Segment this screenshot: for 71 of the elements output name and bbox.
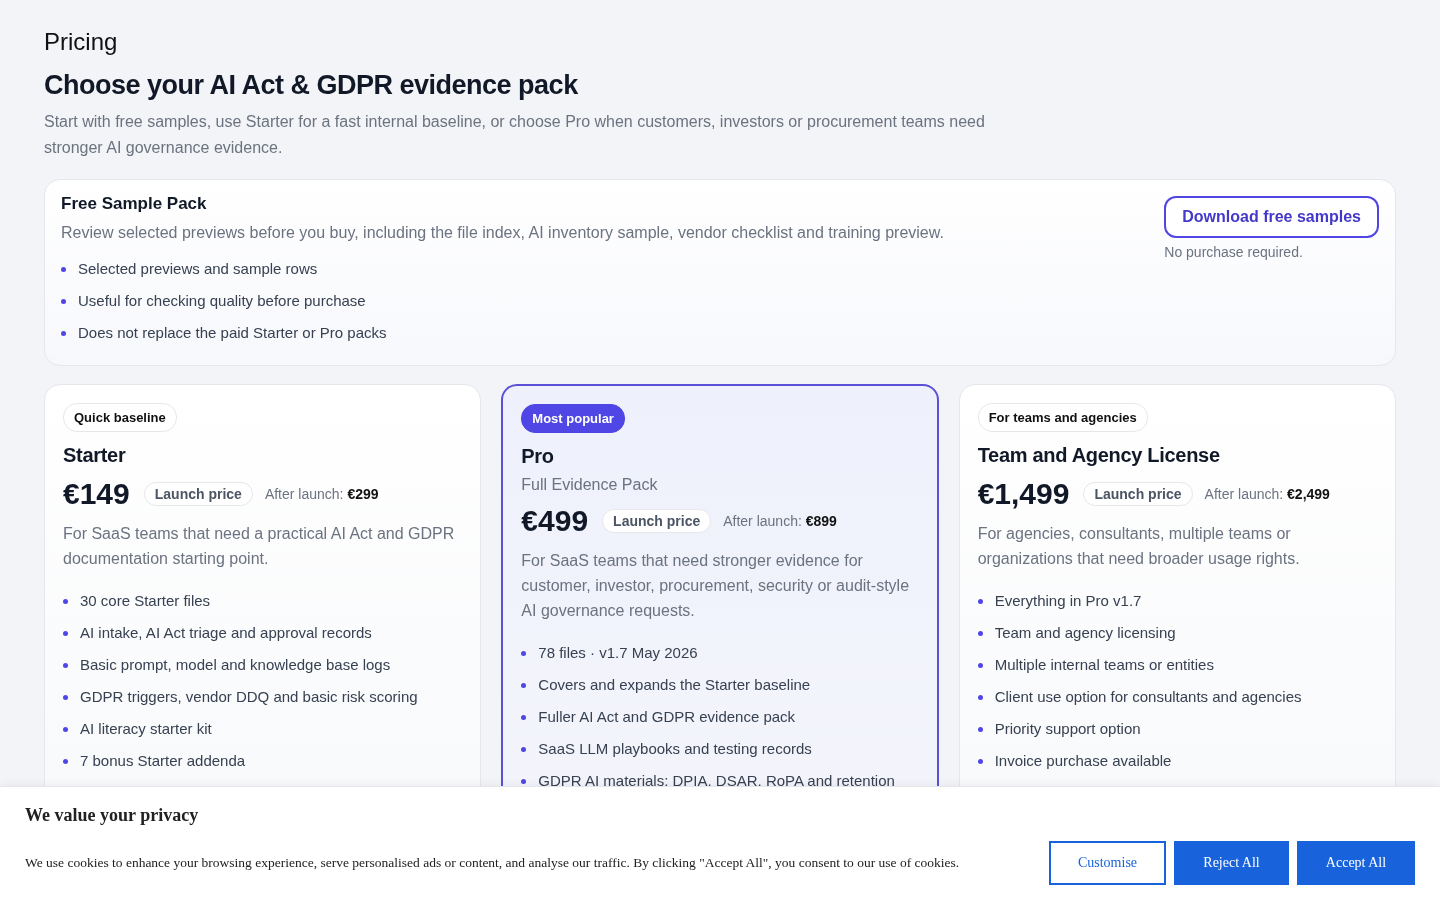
bullet-icon — [61, 330, 66, 336]
bullet-icon — [977, 598, 983, 604]
after-launch-price: After launch: €299 — [264, 486, 379, 502]
after-launch-price: After launch: €899 — [723, 513, 837, 529]
bullet-icon — [63, 726, 68, 732]
feature-text: AI literacy starter kit — [80, 719, 212, 739]
bullet-icon — [521, 650, 527, 656]
feature-text: Covers and expands the Starter baseline — [538, 675, 811, 695]
feature-text: Team and agency licensing — [994, 623, 1176, 643]
feature-text: 30 core Starter files — [80, 591, 211, 611]
plan-price: €499 — [521, 504, 589, 538]
feature-text: Everything in Pro v1.7 — [994, 591, 1142, 611]
feature-text: GDPR AI materials: DPIA, DSAR, RoPA and retention — [538, 771, 895, 791]
plan-name: Starter — [63, 444, 127, 467]
after-launch-price: After launch: €2,499 — [1204, 486, 1330, 502]
bullet-icon — [521, 682, 527, 688]
note-text: No purchase required. — [1164, 244, 1303, 260]
bullet-icon — [977, 662, 983, 668]
feature-text: Basic prompt, model and knowledge base logs — [80, 655, 391, 675]
bullet-icon — [63, 630, 68, 636]
bullet-icon — [521, 778, 527, 784]
bullet-icon — [521, 714, 527, 720]
bullet-icon — [61, 298, 66, 304]
section-label: Pricing — [44, 28, 119, 56]
bullet-icon — [521, 746, 527, 752]
plan-subtitle: Full Evidence Pack — [521, 476, 659, 494]
plan-badge: Most popular — [521, 404, 625, 433]
feature-text: 78 files · v1.7 May 2026 — [538, 643, 698, 663]
cookie-button[interactable]: Reject All — [1174, 841, 1289, 885]
banner-title: We value your privacy — [25, 805, 200, 826]
feature-text: Fuller AI Act and GDPR evidence pack — [538, 707, 796, 727]
feature-text: AI intake, AI Act triage and approval records — [80, 623, 372, 643]
page-title: Choose your AI Act & GDPR evidence pack — [44, 70, 579, 101]
bullet-icon — [977, 630, 983, 636]
price-tag: Launch price — [143, 482, 253, 506]
bullet-icon — [63, 662, 68, 668]
download-button[interactable]: Download free samples — [1164, 196, 1379, 238]
plan-description: For SaaS teams that need stronger evidence for customer, investor, procurement, security or audit-style AI governance requests. — [521, 551, 911, 621]
intro-text: Start with free samples, use Starter for a fast internal baseline, or choose Pro when customers, investors or procurement teams need stronger AI governance evidence. — [44, 112, 986, 158]
price-tag: Launch price — [602, 509, 712, 533]
feature-text: Multiple internal teams or entities — [994, 655, 1214, 675]
feature-text: Invoice purchase available — [994, 751, 1172, 771]
feature-text: 7 bonus Starter addenda — [80, 751, 246, 771]
feature-text: Does not replace the paid Starter or Pro packs — [78, 323, 387, 343]
bullet-icon — [61, 266, 66, 272]
plan-description: For SaaS teams that need a practical AI Act and GDPR documentation starting point. — [63, 524, 456, 569]
cookie-button[interactable]: Accept All — [1297, 841, 1415, 885]
bullet-icon — [63, 694, 68, 700]
bullet-icon — [63, 598, 68, 604]
feature-text: Selected previews and sample rows — [78, 259, 318, 279]
card-description: Review selected previews before you buy, including the file index, AI inventory sample, vendor checklist and training preview. — [61, 223, 944, 243]
plan-badge: For teams and agencies — [977, 403, 1148, 432]
feature-text: Useful for checking quality before purchase — [78, 291, 366, 311]
plan-price: €149 — [63, 477, 130, 511]
plan-badge: Quick baseline — [63, 403, 177, 432]
feature-text: Priority support option — [994, 719, 1141, 739]
bullet-icon — [977, 726, 983, 732]
plan-price: €1,499 — [977, 477, 1070, 511]
card-title: Free Sample Pack — [61, 194, 208, 214]
bullet-icon — [977, 694, 983, 700]
feature-text: GDPR triggers, vendor DDQ and basic risk scoring — [80, 687, 418, 707]
cookie-button[interactable]: Customise — [1049, 841, 1166, 885]
bullet-icon — [63, 758, 68, 764]
bullet-icon — [977, 758, 983, 764]
feature-text: Client use option for consultants and agencies — [994, 687, 1302, 707]
plan-description: For agencies, consultants, multiple teams or organizations that need broader usage rights. — [977, 524, 1301, 569]
plan-name: Pro — [521, 445, 555, 468]
price-tag: Launch price — [1083, 482, 1193, 506]
plan-name: Team and Agency License — [977, 444, 1221, 467]
feature-text: SaaS LLM playbooks and testing records — [538, 739, 812, 759]
banner-text: We use cookies to enhance your browsing experience, serve personalised ads or content, and analyse our traffic. By clicking "Accept All", you consent to our use of cookies. — [25, 855, 960, 871]
